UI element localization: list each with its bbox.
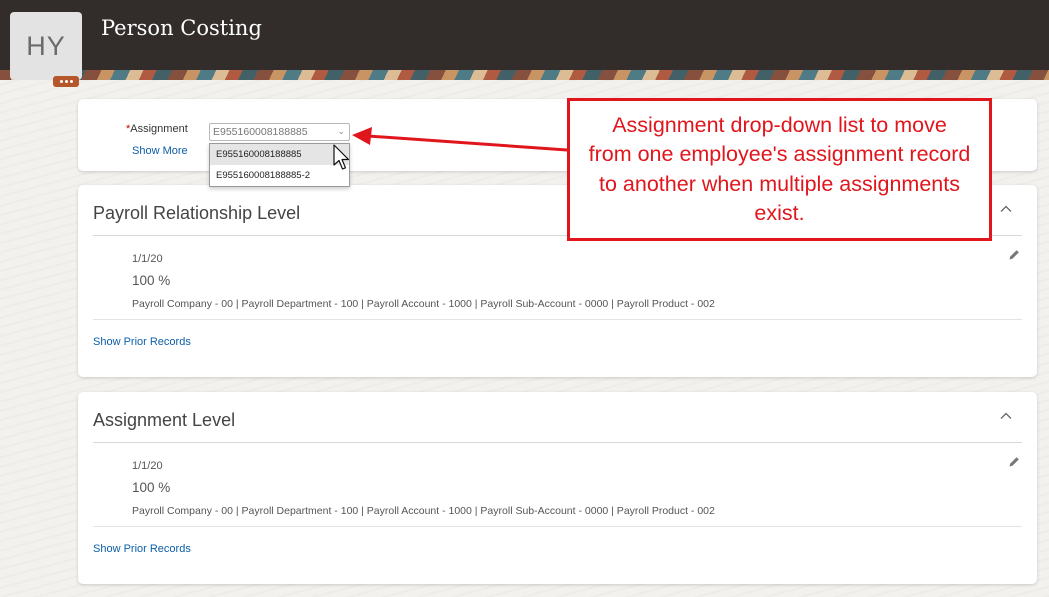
annotation-callout: Assignment drop-down list to move from o… <box>567 98 992 241</box>
section-title: Assignment Level <box>93 410 236 430</box>
annotation-callout-text: Assignment drop-down list to move from o… <box>588 112 971 226</box>
assignment-label-text: Assignment <box>130 123 188 135</box>
record-date: 1/1/20 <box>132 460 163 472</box>
assignment-label: *Assignment <box>126 123 188 135</box>
avatar-initials: HY <box>26 30 66 61</box>
pencil-icon[interactable] <box>1007 248 1021 262</box>
assignment-option[interactable]: E955160008188885-2 <box>210 165 349 186</box>
record-divider <box>93 319 1022 320</box>
assignment-dropdown-list: E955160008188885 E955160008188885-2 <box>209 143 350 187</box>
assignment-level-card: Assignment Level 1/1/20 100 % Payroll Co… <box>78 392 1037 584</box>
record-date: 1/1/20 <box>132 253 163 265</box>
page-title: Person Costing <box>101 16 262 40</box>
pencil-icon[interactable] <box>1007 455 1021 469</box>
avatar[interactable]: HY <box>10 12 82 80</box>
chevron-up-icon[interactable] <box>999 202 1013 216</box>
section-title: Payroll Relationship Level <box>93 203 301 223</box>
chevron-up-icon[interactable] <box>999 409 1013 423</box>
show-prior-records-link[interactable]: Show Prior Records <box>93 543 191 555</box>
record-divider <box>93 526 1022 527</box>
record-percent: 100 % <box>132 273 171 288</box>
ellipsis-icon[interactable] <box>53 76 79 87</box>
record-cost-detail: Payroll Company - 00 | Payroll Departmen… <box>132 298 715 310</box>
record-cost-detail: Payroll Company - 00 | Payroll Departmen… <box>132 505 715 517</box>
assignment-select[interactable]: E955160008188885 ⌄ <box>209 123 350 141</box>
assignment-select-value: E955160008188885 <box>213 126 308 138</box>
section-divider <box>93 442 1022 443</box>
chevron-down-icon: ⌄ <box>337 126 345 136</box>
record-percent: 100 % <box>132 480 171 495</box>
show-prior-records-link[interactable]: Show Prior Records <box>93 336 191 348</box>
show-more-link[interactable]: Show More <box>132 145 188 157</box>
mouse-pointer-icon <box>333 144 350 170</box>
assignment-option[interactable]: E955160008188885 <box>210 144 349 165</box>
header-banner-pattern <box>0 70 1049 80</box>
